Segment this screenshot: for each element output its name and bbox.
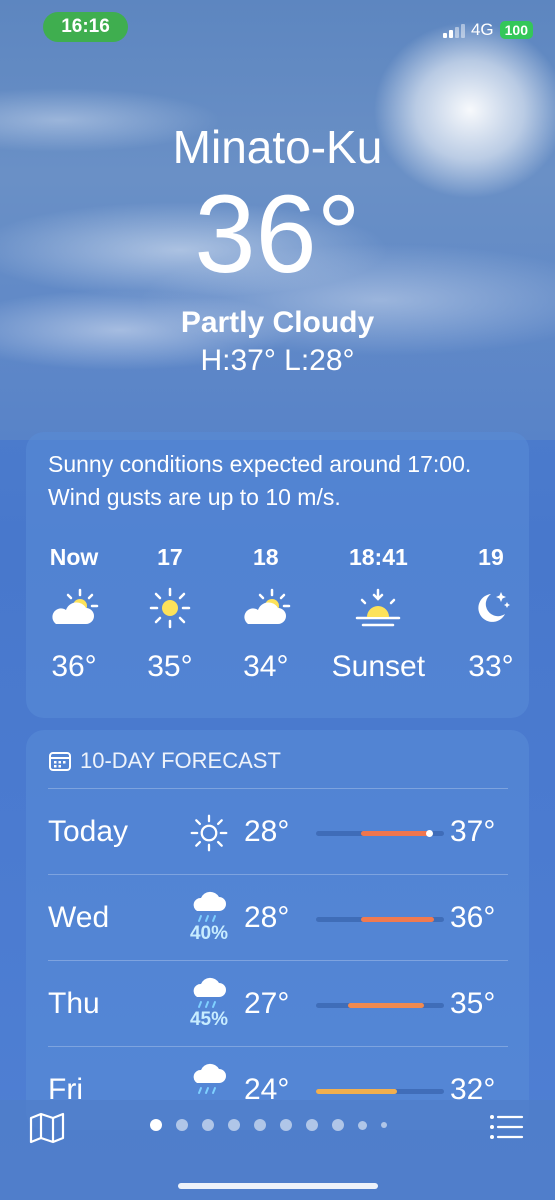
forecast-row-today[interactable]: Today 28° 37° <box>48 788 508 875</box>
hour-label: 18:41 <box>348 544 408 570</box>
temperature-range-bar <box>316 1089 444 1094</box>
page-dot[interactable] <box>150 1119 162 1131</box>
hourly-list[interactable]: Now 36° 17 35° 18 34° 18:41 Sunset 19 33… <box>26 544 529 684</box>
page-dot[interactable] <box>358 1120 367 1130</box>
high-temperature: 37° <box>450 815 496 848</box>
moon-stars-icon <box>461 578 521 638</box>
hour-label: 18 <box>252 544 279 570</box>
high-low-label: H:37° L:28° <box>200 344 355 377</box>
range-fill <box>360 830 434 837</box>
page-dot[interactable] <box>202 1119 214 1131</box>
hour-temperature: 34° <box>243 650 289 683</box>
page-dot[interactable] <box>254 1119 266 1131</box>
hour-temperature: 36° <box>51 650 97 683</box>
precipitation-chance: 40% <box>189 923 229 944</box>
day-label: Wed <box>48 901 110 934</box>
partly-cloudy-icon <box>236 578 296 638</box>
sunset-label: Sunset <box>331 650 426 683</box>
partly-cloudy-icon <box>44 578 104 638</box>
ten-day-forecast-card[interactable]: 10-DAY FORECAST Today 28° 37° Wed 40% 28… <box>26 730 529 1130</box>
temperature-range-bar <box>316 1003 444 1008</box>
hour-temperature: 33° <box>468 650 514 683</box>
sun-icon <box>140 578 200 638</box>
range-fill <box>348 1003 424 1008</box>
forecast-summary: Sunny conditions expected around 17:00. … <box>48 451 472 510</box>
hourly-item: 19 33° <box>461 544 521 684</box>
status-time: 16:16 <box>43 12 128 42</box>
city-name: Minato-Ku <box>172 121 383 173</box>
list-icon <box>490 1115 524 1139</box>
forecast-title: 10-DAY FORECAST <box>80 748 281 773</box>
status-indicators: 4G 100 <box>442 20 533 40</box>
page-dot[interactable] <box>381 1122 387 1128</box>
battery-icon: 100 <box>499 21 533 39</box>
hour-label: 17 <box>157 544 183 570</box>
current-temperature: 36° <box>194 173 361 296</box>
map-icon <box>29 1112 65 1144</box>
high-temperature: 35° <box>450 987 496 1020</box>
temperature-range-bar <box>316 917 444 922</box>
day-label: Today <box>48 815 129 848</box>
sunset-icon <box>348 578 408 638</box>
temperature-range-bar <box>316 830 444 837</box>
hour-label: 19 <box>478 544 504 570</box>
hourly-item: Now 36° <box>44 544 104 684</box>
page-dot[interactable] <box>306 1119 318 1131</box>
page-dot[interactable] <box>176 1119 188 1131</box>
hour-label: Now <box>49 544 99 570</box>
forecast-row-thu[interactable]: Thu 45% 27° 35° <box>48 960 508 1047</box>
hourly-item: 18 34° <box>236 544 296 684</box>
sun-icon <box>174 803 244 863</box>
page-dot[interactable] <box>280 1119 292 1131</box>
range-fill <box>316 1089 397 1094</box>
hourly-item: 17 35° <box>140 544 200 684</box>
page-dot[interactable] <box>228 1119 240 1131</box>
high-temperature: 36° <box>450 901 496 934</box>
forecast-header: 10-DAY FORECAST <box>48 748 281 774</box>
low-temperature: 28° <box>244 815 290 848</box>
low-temperature: 28° <box>244 901 290 934</box>
page-dot[interactable] <box>332 1119 344 1131</box>
precipitation-chance: 45% <box>189 1009 229 1030</box>
home-indicator[interactable] <box>178 1183 378 1189</box>
network-label: 4G <box>470 20 494 39</box>
hourly-forecast-card[interactable]: Sunny conditions expected around 17:00. … <box>26 432 529 718</box>
rain-cloud-icon: 45% <box>174 975 244 1035</box>
hourly-item: 18:41 Sunset <box>332 544 425 684</box>
rain-cloud-icon: 40% <box>174 889 244 949</box>
map-button[interactable] <box>28 1112 68 1146</box>
range-fill <box>360 917 434 922</box>
list-button[interactable] <box>488 1112 528 1146</box>
current-temperature-marker <box>426 830 434 837</box>
forecast-row-wed[interactable]: Wed 40% 28° 36° <box>48 874 508 961</box>
condition-label: Partly Cloudy <box>180 306 375 339</box>
low-temperature: 27° <box>244 987 290 1020</box>
page-indicator[interactable] <box>150 1119 387 1131</box>
hour-temperature: 35° <box>147 650 193 683</box>
signal-icon <box>442 22 465 38</box>
calendar-icon <box>49 752 71 771</box>
day-label: Thu <box>48 987 100 1020</box>
